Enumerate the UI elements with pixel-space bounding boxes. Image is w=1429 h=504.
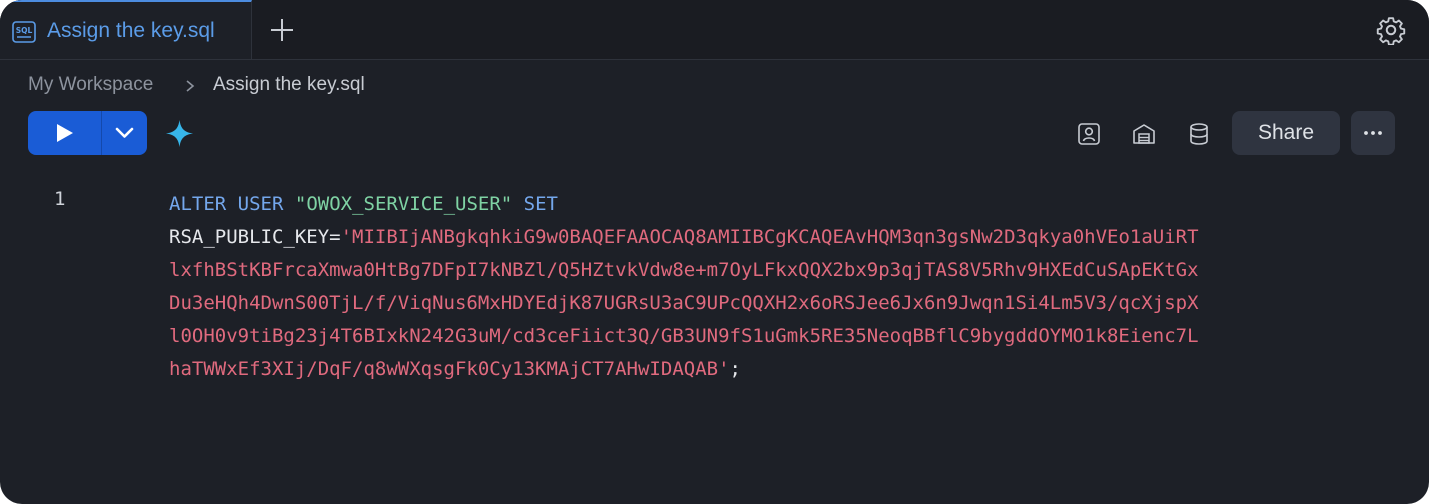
more-horizontal-icon [1364, 131, 1382, 135]
user-account-icon[interactable] [1076, 121, 1102, 147]
code-editor[interactable]: 1 ALTER USER "OWOX_SERVICE_USER" SET RSA… [0, 180, 1429, 504]
database-icon[interactable] [1186, 121, 1212, 147]
more-options-button[interactable] [1351, 111, 1395, 155]
key-line-4: l0OH0v9tiBg23j4T6BIxkN242G3uM/cd3ceFiict… [169, 325, 1199, 347]
sql-code[interactable]: ALTER USER "OWOX_SERVICE_USER" SET RSA_P… [169, 188, 1199, 386]
keyword-user: USER [237, 193, 284, 215]
key-line-5: haTWWxEf3XIj/DqF/q8wWXqsgFk0Cy13KMAjCT7A… [169, 358, 730, 380]
statement-terminator: ; [729, 358, 741, 380]
key-line-2: lxfhBStKBFrcaXmwa0HtBg7DFpI7kNBZl/Q5HZtv… [169, 259, 1199, 281]
line-number: 1 [54, 188, 66, 210]
tab-label: Assign the key.sql [47, 19, 215, 42]
plus-icon[interactable] [266, 14, 298, 46]
tab-assign-the-key-sql[interactable]: SQL Assign the key.sql [0, 0, 252, 59]
run-options-dropdown[interactable] [102, 111, 147, 155]
parameter-name: RSA_PUBLIC_KEY [169, 226, 330, 248]
key-line-3: Du3eHQh4DwnS00TjL/f/ViqNus6MxHDYEdjK87UG… [169, 292, 1199, 314]
play-icon [57, 124, 73, 142]
key-line-1: 'MIIBIjANBgkqhkiG9w0BAQEFAAOCAQ8AMIIBCgK… [340, 226, 1199, 248]
run-button[interactable] [28, 111, 101, 155]
ai-sparkle-icon[interactable] [164, 118, 195, 149]
breadcrumb-workspace[interactable]: My Workspace [28, 74, 153, 96]
keyword-alter: ALTER [169, 193, 227, 215]
equals-sign: = [329, 226, 341, 248]
keyword-set: SET [523, 193, 558, 215]
chevron-down-icon [115, 127, 134, 138]
user-name-string: "OWOX_SERVICE_USER" [294, 193, 513, 215]
svg-text:SQL: SQL [16, 26, 33, 35]
sql-file-icon: SQL [12, 21, 36, 43]
chevron-right-icon [186, 80, 195, 92]
sql-editor-window: SQL Assign the key.sql My Workspace Assi… [0, 0, 1429, 504]
gear-icon[interactable] [1376, 15, 1406, 45]
tab-bar: SQL Assign the key.sql [0, 0, 1429, 60]
warehouse-icon[interactable] [1131, 121, 1157, 147]
share-button[interactable]: Share [1232, 111, 1340, 155]
run-button-group [28, 111, 147, 155]
breadcrumb-current-file: Assign the key.sql [213, 74, 365, 95]
